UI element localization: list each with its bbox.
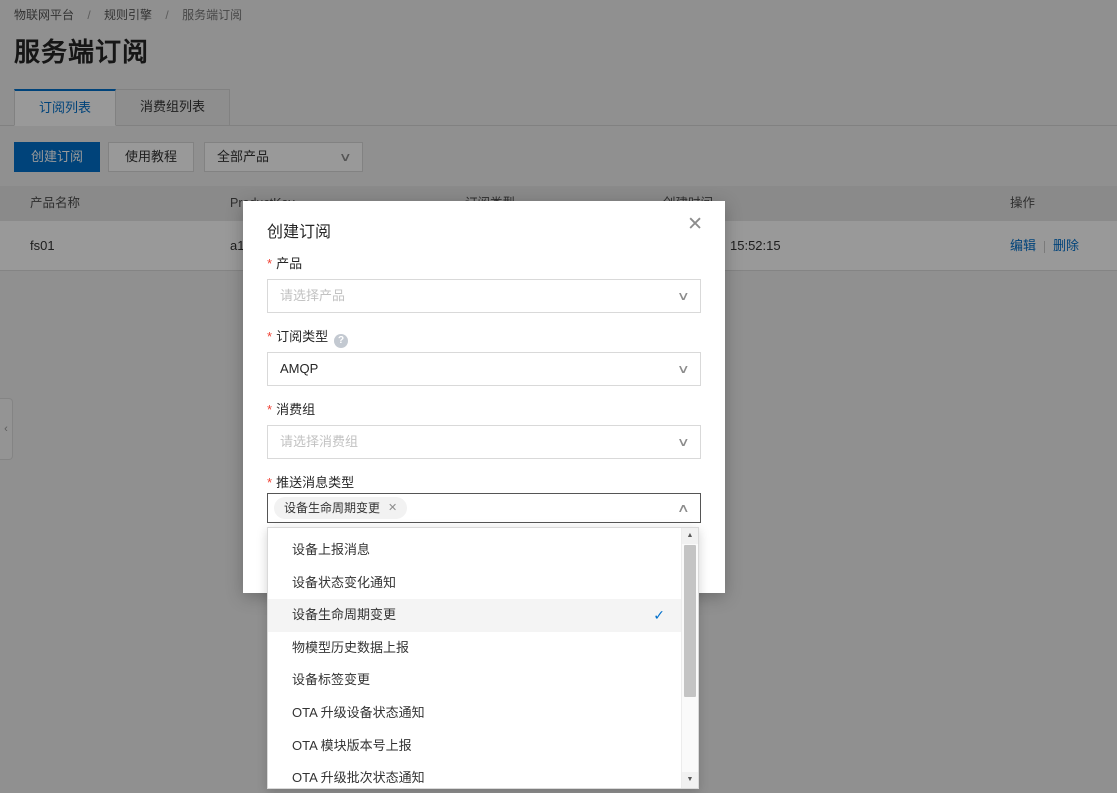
modal-title: 创建订阅: [267, 218, 331, 242]
dropdown-option-label: 设备标签变更: [292, 672, 370, 687]
scroll-up-icon[interactable]: ▲: [682, 528, 698, 544]
subscription-type-label-text: 订阅类型: [276, 329, 328, 344]
dropdown-option[interactable]: OTA 模块版本号上报: [268, 730, 681, 763]
subscription-type-select[interactable]: AMQP ∨: [267, 352, 701, 386]
message-type-label-text: 推送消息类型: [276, 475, 354, 490]
close-icon[interactable]: ✕: [687, 215, 703, 234]
dropdown-option-label: 设备状态变化通知: [292, 575, 396, 590]
dropdown-option-label: 设备上报消息: [292, 542, 370, 557]
dropdown-option[interactable]: 设备标签变更: [268, 664, 681, 697]
product-field-label: * 产品: [267, 253, 302, 272]
dropdown-option[interactable]: 设备状态变化通知: [268, 567, 681, 600]
dropdown-option[interactable]: OTA 升级批次状态通知: [268, 762, 681, 789]
consumer-group-label-text: 消费组: [276, 402, 315, 417]
dropdown-option-label: 物模型历史数据上报: [292, 640, 409, 655]
product-select-placeholder: 请选择产品: [280, 288, 345, 303]
chevron-down-icon: ∨: [677, 363, 690, 375]
required-mark: *: [267, 329, 272, 344]
required-mark: *: [267, 402, 272, 417]
message-type-field-label: * 推送消息类型: [267, 472, 354, 491]
dropdown-option-label: OTA 升级批次状态通知: [292, 770, 425, 785]
selected-tag-label: 设备生命周期变更: [284, 497, 380, 519]
chevron-down-icon: ∨: [677, 290, 690, 302]
dropdown-option-list: 设备上报消息 设备状态变化通知 设备生命周期变更 ✓ 物模型历史数据上报 设备标…: [268, 528, 681, 789]
dropdown-option[interactable]: OTA 升级设备状态通知: [268, 697, 681, 730]
dropdown-option-label: OTA 模块版本号上报: [292, 738, 412, 753]
required-mark: *: [267, 475, 272, 490]
scrollbar-thumb[interactable]: [684, 545, 696, 697]
product-label-text: 产品: [276, 256, 302, 271]
message-type-dropdown: 设备上报消息 设备状态变化通知 设备生命周期变更 ✓ 物模型历史数据上报 设备标…: [267, 527, 699, 789]
selected-tag: 设备生命周期变更 ✕: [274, 497, 407, 519]
dropdown-scrollbar: ▲ ▼: [681, 528, 698, 788]
required-mark: *: [267, 256, 272, 271]
consumer-group-select[interactable]: 请选择消费组 ∨: [267, 425, 701, 459]
scroll-down-icon[interactable]: ▼: [682, 772, 698, 788]
check-icon: ✓: [653, 599, 665, 632]
tag-remove-icon[interactable]: ✕: [388, 497, 397, 519]
consumer-group-field-label: * 消费组: [267, 399, 315, 418]
dropdown-option-label: 设备生命周期变更: [292, 607, 396, 622]
subscription-type-value: AMQP: [280, 361, 318, 376]
dropdown-option[interactable]: 设备上报消息: [268, 534, 681, 567]
chevron-up-icon: ∧: [677, 502, 690, 514]
dropdown-option[interactable]: 物模型历史数据上报: [268, 632, 681, 665]
subscription-type-field-label: * 订阅类型?: [267, 326, 348, 348]
dropdown-option-label: OTA 升级设备状态通知: [292, 705, 425, 720]
chevron-down-icon: ∨: [677, 436, 690, 448]
product-select[interactable]: 请选择产品 ∨: [267, 279, 701, 313]
page: 物联网平台 / 规则引擎 / 服务端订阅 服务端订阅 订阅列表 消费组列表 创建…: [0, 0, 1117, 793]
dropdown-option-selected[interactable]: 设备生命周期变更 ✓: [268, 599, 681, 632]
help-icon[interactable]: ?: [334, 334, 348, 348]
consumer-group-select-placeholder: 请选择消费组: [280, 434, 358, 449]
message-type-select[interactable]: 设备生命周期变更 ✕ ∧: [267, 493, 701, 523]
